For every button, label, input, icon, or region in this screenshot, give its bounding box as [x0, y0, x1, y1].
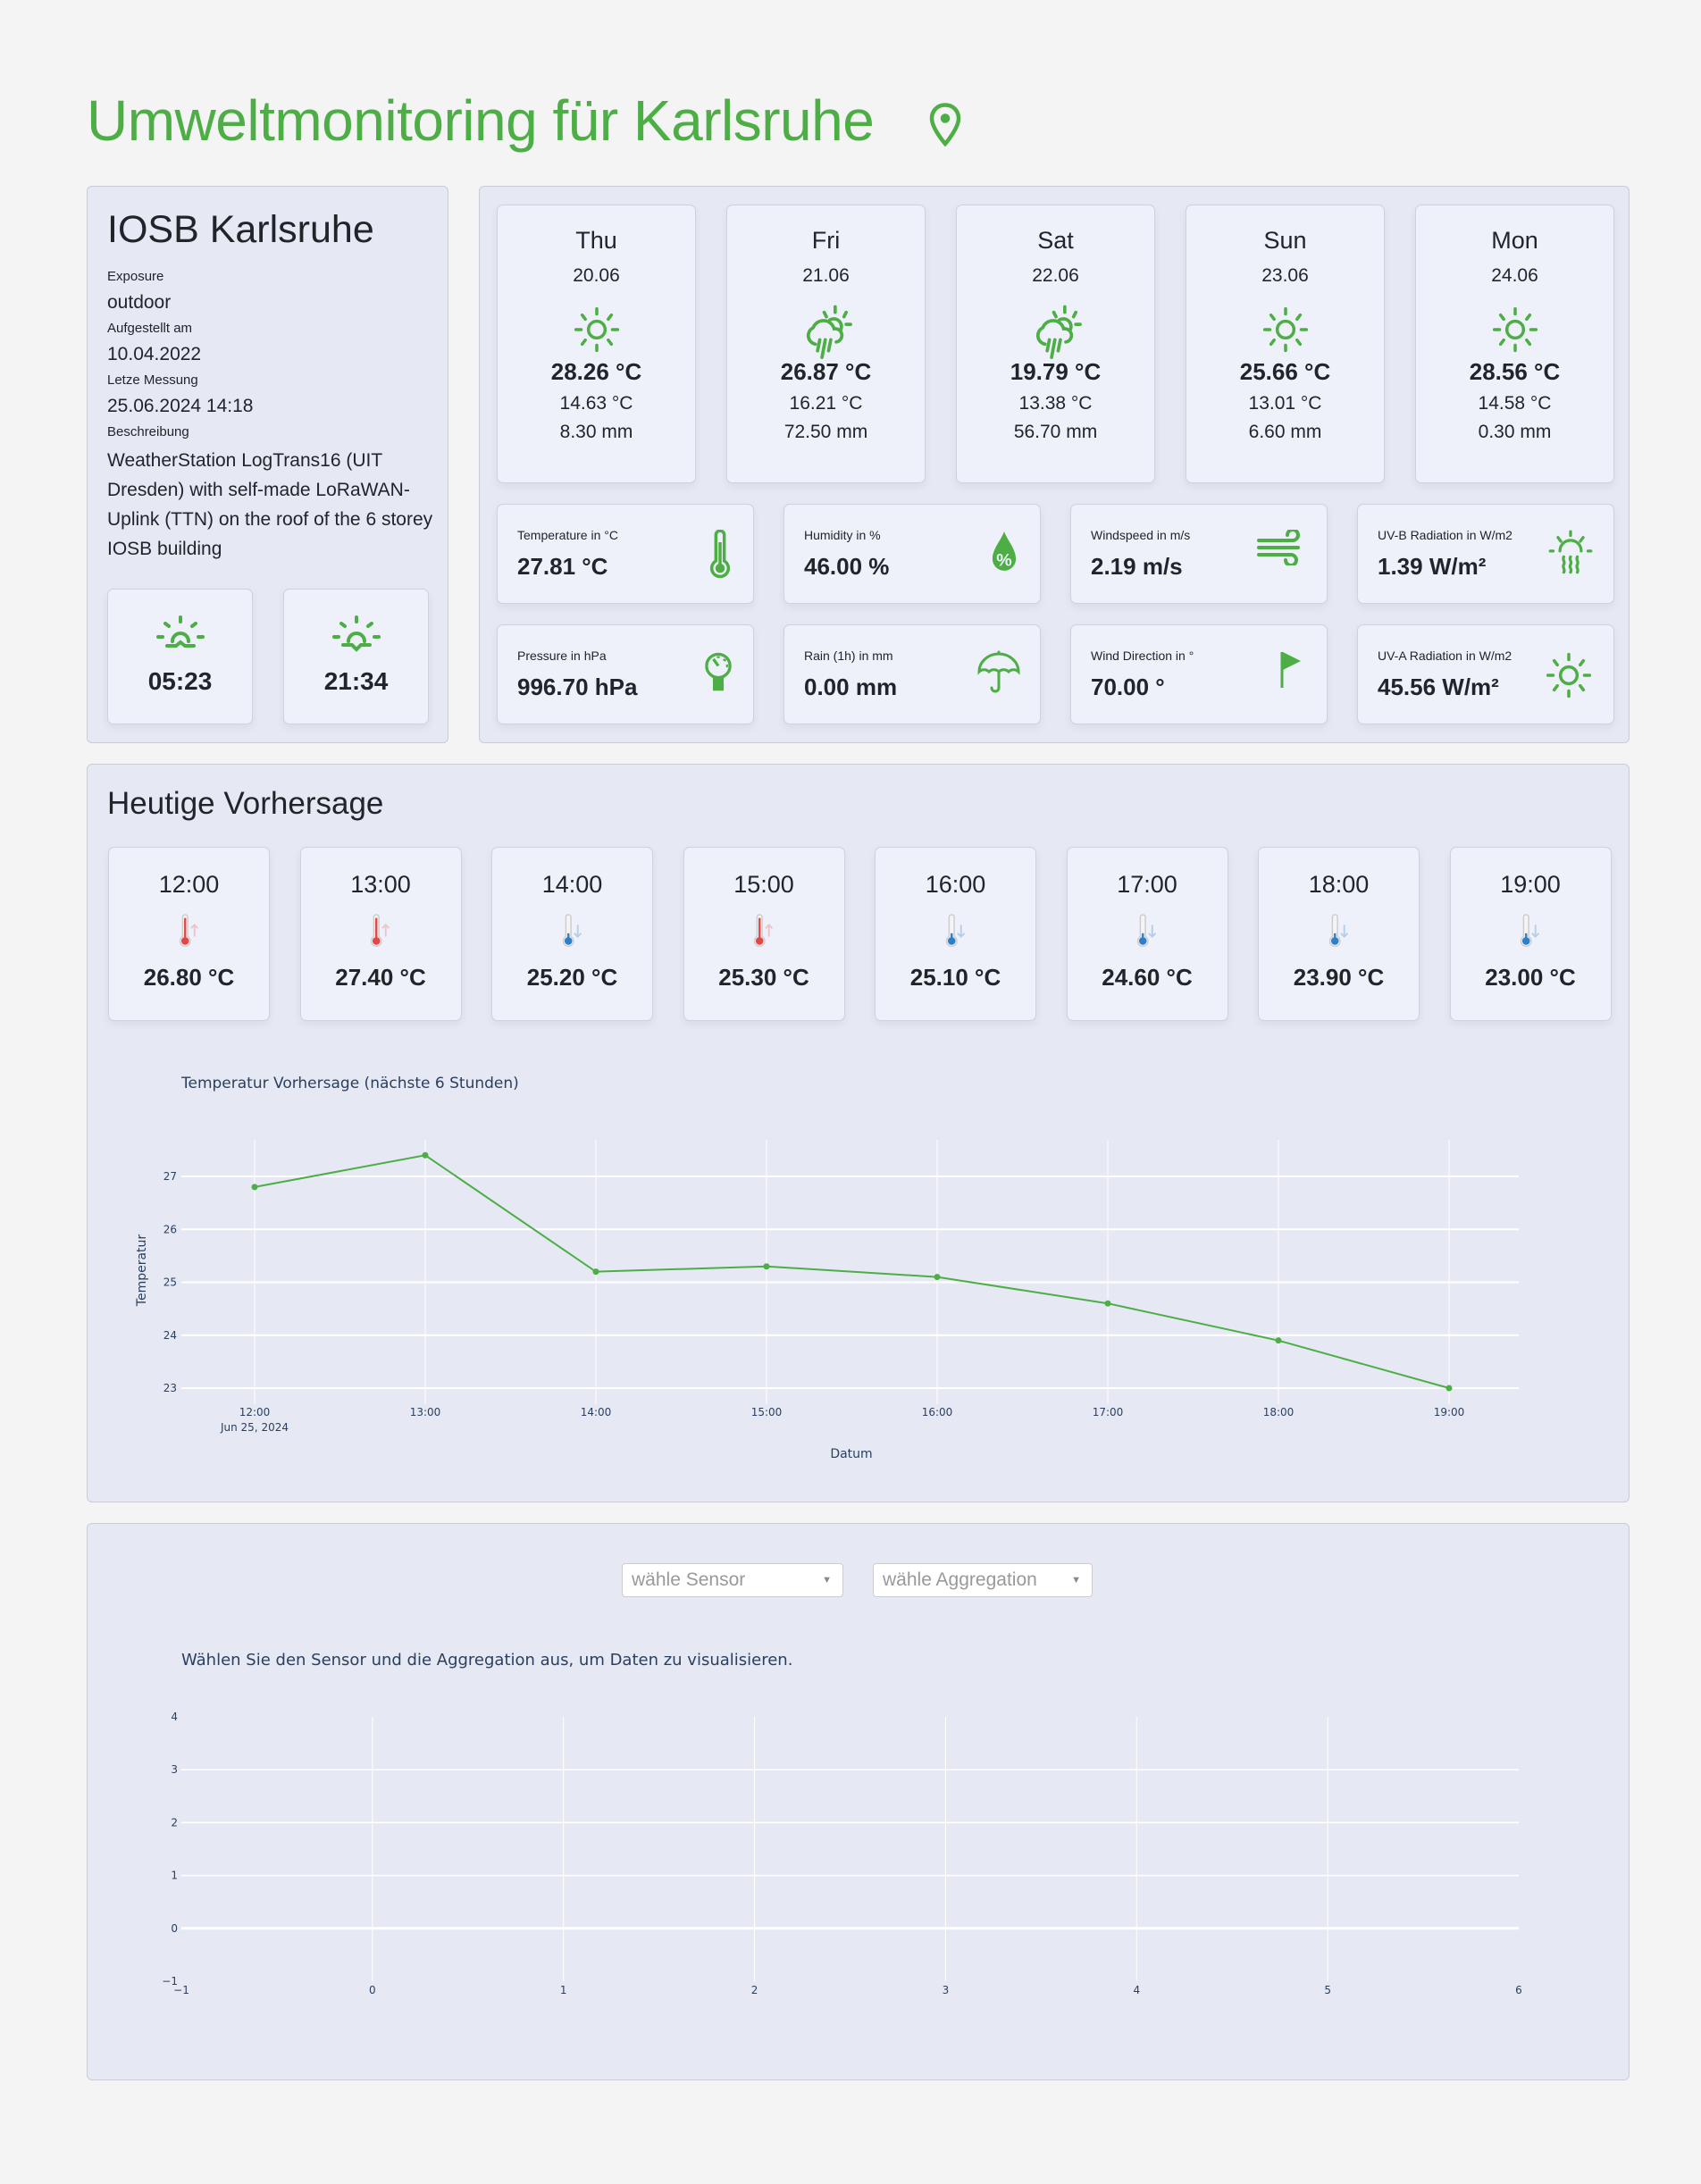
- x-tick-label: 17:00: [1093, 1406, 1124, 1418]
- x-tick-sublabel: Jun 25, 2024: [220, 1421, 289, 1434]
- data-point: [422, 1151, 429, 1159]
- chevron-down-icon: ▼: [1071, 1575, 1081, 1586]
- aggregation-placeholder: wähle Aggregation: [883, 1569, 1037, 1590]
- data-point: [1104, 1300, 1111, 1307]
- data-point: [763, 1263, 770, 1270]
- data-point: [1445, 1385, 1453, 1392]
- y-tick-label: 23: [163, 1382, 177, 1394]
- x-tick-label: 15:00: [751, 1406, 783, 1418]
- x-tick-label: 13:00: [410, 1406, 441, 1418]
- empty-chart-message: Wählen Sie den Sensor und die Aggregatio…: [181, 1651, 793, 1669]
- x-tick-label: 14:00: [581, 1406, 612, 1418]
- chevron-down-icon: ▼: [822, 1575, 832, 1586]
- x-axis-title: Datum: [830, 1447, 872, 1461]
- chart-title: Temperatur Vorhersage (nächste 6 Stunden…: [180, 1075, 519, 1092]
- x-tick-label: 16:00: [922, 1406, 953, 1418]
- y-tick-label: 26: [163, 1223, 177, 1235]
- aggregation-dropdown[interactable]: wähle Aggregation ▼: [873, 1563, 1093, 1597]
- sensor-placeholder: wähle Sensor: [632, 1569, 746, 1590]
- x-tick-label: 19:00: [1434, 1406, 1465, 1418]
- sensor-dropdown[interactable]: wähle Sensor ▼: [622, 1563, 843, 1597]
- data-point: [592, 1268, 599, 1276]
- data-point: [1275, 1337, 1282, 1344]
- y-tick-label: 24: [163, 1329, 177, 1342]
- y-tick-label: 27: [163, 1170, 177, 1183]
- x-tick-label: 12:00: [239, 1406, 271, 1418]
- y-tick-label: 25: [163, 1276, 177, 1289]
- sensor-panel: [87, 1523, 1630, 2080]
- x-tick-label: 18:00: [1263, 1406, 1295, 1418]
- data-point: [934, 1274, 941, 1281]
- y-axis-title: Temperatur: [135, 1234, 149, 1308]
- data-point: [251, 1184, 258, 1191]
- series-line: [254, 1154, 1450, 1389]
